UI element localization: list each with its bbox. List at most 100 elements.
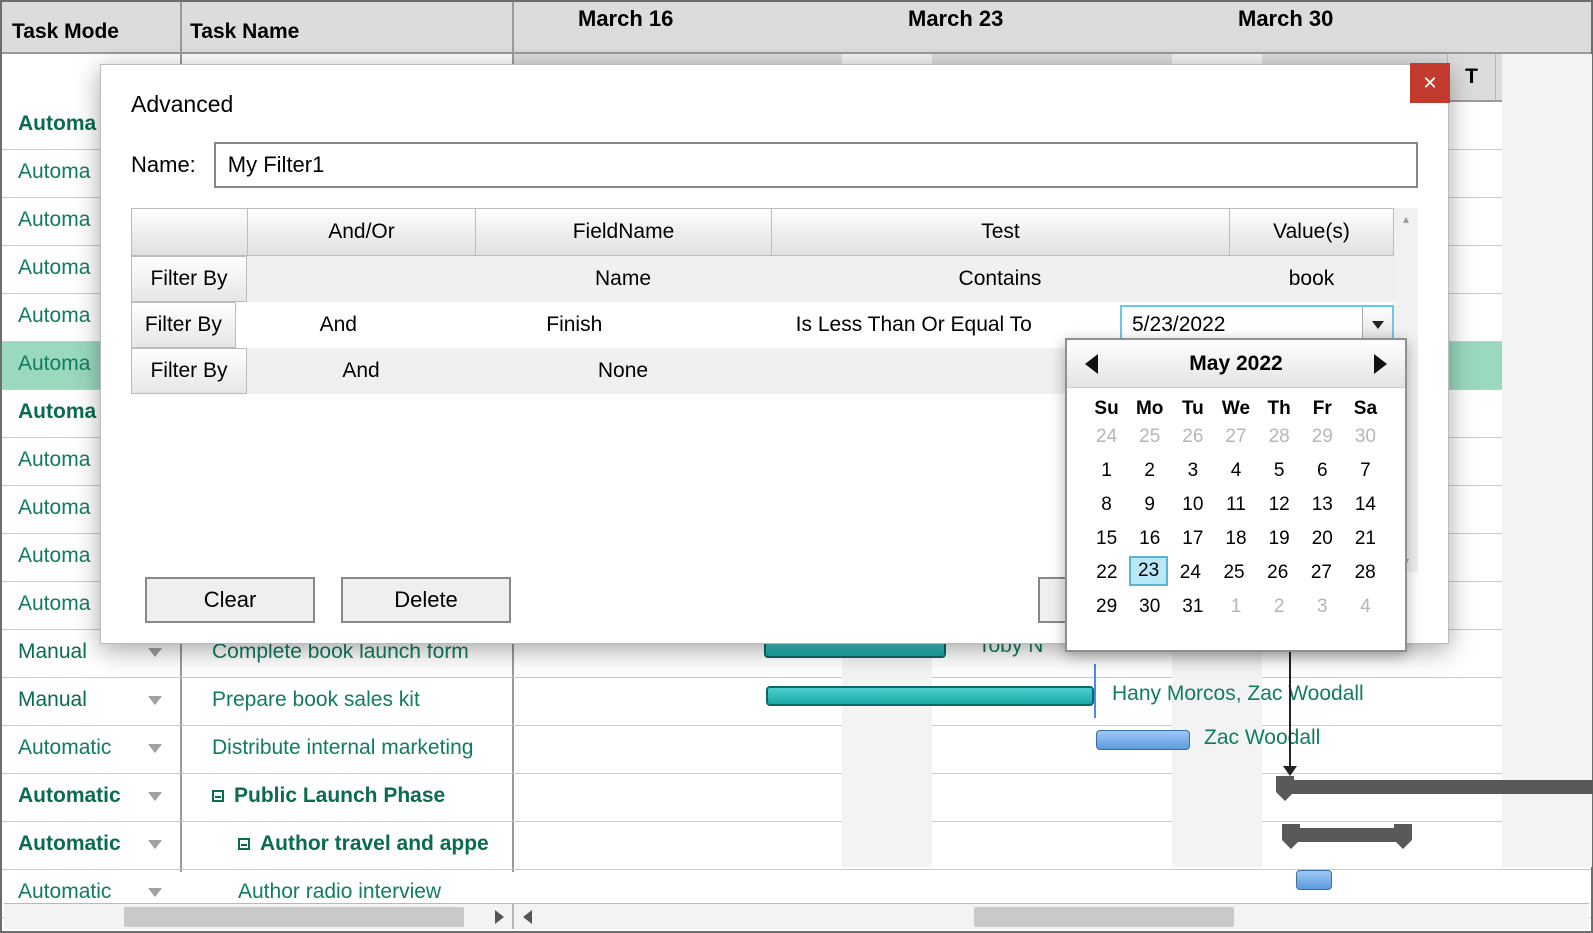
fieldname-cell[interactable]: Finish (441, 302, 708, 348)
calendar-day[interactable]: 4 (1214, 454, 1257, 488)
calendar-day[interactable]: 13 (1301, 488, 1344, 522)
task-mode-cell[interactable]: Manual (18, 688, 87, 712)
calendar-day[interactable]: 2 (1258, 590, 1301, 624)
task-mode-cell[interactable]: Automa (18, 112, 96, 136)
andor-cell[interactable]: And (247, 348, 475, 394)
calendar-day[interactable]: 30 (1344, 420, 1387, 454)
task-mode-cell[interactable]: Automa (18, 352, 90, 376)
dropdown-icon[interactable] (148, 648, 162, 657)
task-mode-cell[interactable]: Automa (18, 448, 90, 472)
task-mode-cell[interactable]: Automa (18, 592, 90, 616)
task-name-cell[interactable]: Author radio interview (238, 880, 534, 904)
gantt-bar[interactable] (1096, 730, 1190, 750)
collapse-icon[interactable] (238, 838, 250, 850)
andor-cell[interactable] (247, 256, 475, 302)
calendar-day[interactable]: 26 (1256, 556, 1300, 590)
calendar-day[interactable]: 16 (1128, 522, 1171, 556)
gantt-summary-bar[interactable] (1282, 780, 1593, 794)
gantt-bar[interactable] (766, 686, 1094, 706)
scroll-thumb[interactable] (124, 907, 464, 927)
calendar-day[interactable]: 19 (1258, 522, 1301, 556)
col-task-mode[interactable]: Task Mode (12, 20, 119, 44)
calendar-day[interactable]: 30 (1128, 590, 1171, 624)
calendar-day[interactable]: 1 (1214, 590, 1257, 624)
calendar-day[interactable]: 24 (1168, 556, 1212, 590)
calendar-day[interactable]: 2 (1128, 454, 1171, 488)
calendar-day[interactable]: 9 (1128, 488, 1171, 522)
calendar-day[interactable]: 6 (1301, 454, 1344, 488)
filter-name-input[interactable] (214, 142, 1418, 188)
dropdown-icon[interactable] (148, 696, 162, 705)
calendar-day[interactable]: 14 (1344, 488, 1387, 522)
calendar-day[interactable]: 11 (1214, 488, 1257, 522)
col-andor[interactable]: And/Or (248, 209, 476, 255)
delete-button[interactable]: Delete (341, 577, 511, 623)
calendar-day[interactable]: 25 (1128, 420, 1171, 454)
dropdown-icon[interactable] (148, 792, 162, 801)
gantt-bar[interactable] (1296, 870, 1332, 890)
task-name-cell[interactable]: Author travel and appe (238, 832, 534, 856)
next-month-button[interactable] (1374, 354, 1387, 374)
calendar-day[interactable]: 27 (1214, 420, 1257, 454)
col-values[interactable]: Value(s) (1230, 209, 1393, 255)
calendar-day[interactable]: 7 (1344, 454, 1387, 488)
filter-row[interactable]: Filter ByNameContainsbook (131, 256, 1394, 302)
scroll-right-button[interactable] (486, 904, 512, 930)
scroll-left-button[interactable] (514, 904, 540, 930)
task-mode-cell[interactable]: Automa (18, 160, 90, 184)
test-cell[interactable]: Is Less Than Or Equal To (708, 302, 1120, 348)
col-test[interactable]: Test (772, 209, 1230, 255)
calendar-day[interactable]: 23 (1129, 556, 1169, 586)
task-name-cell[interactable]: Public Launch Phase (212, 784, 508, 808)
calendar-day[interactable]: 29 (1085, 590, 1128, 624)
task-name-cell[interactable]: Distribute internal marketing (212, 736, 508, 760)
scroll-thumb[interactable] (974, 907, 1234, 927)
andor-cell[interactable]: And (236, 302, 441, 348)
task-mode-cell[interactable]: Automatic (18, 784, 121, 808)
prev-month-button[interactable] (1085, 354, 1098, 374)
task-mode-cell[interactable]: Automatic (18, 832, 121, 856)
calendar-day[interactable]: 17 (1171, 522, 1214, 556)
task-mode-cell[interactable]: Automa (18, 544, 90, 568)
calendar-day[interactable]: 3 (1171, 454, 1214, 488)
scroll-up-icon[interactable]: ▴ (1403, 212, 1409, 226)
close-button[interactable]: ✕ (1410, 63, 1450, 103)
test-cell[interactable]: Contains (771, 256, 1229, 302)
calendar-day[interactable]: 8 (1085, 488, 1128, 522)
collapse-icon[interactable] (212, 790, 224, 802)
calendar-day[interactable]: 29 (1301, 420, 1344, 454)
value-cell[interactable]: book (1229, 256, 1394, 302)
dropdown-icon[interactable] (148, 888, 162, 897)
col-fieldname[interactable]: FieldName (476, 209, 772, 255)
task-name-cell[interactable]: Prepare book sales kit (212, 688, 508, 712)
gantt-summary-bar[interactable] (1290, 828, 1404, 842)
dropdown-icon[interactable] (148, 744, 162, 753)
calendar-day[interactable]: 20 (1301, 522, 1344, 556)
task-mode-cell[interactable]: Automatic (18, 736, 111, 760)
calendar-day[interactable]: 24 (1085, 420, 1128, 454)
col-task-name[interactable]: Task Name (190, 20, 299, 44)
calendar-day[interactable]: 18 (1214, 522, 1257, 556)
calendar-day[interactable]: 21 (1344, 522, 1387, 556)
task-mode-cell[interactable]: Automa (18, 304, 90, 328)
horizontal-scrollbar[interactable] (4, 903, 1589, 929)
task-mode-cell[interactable]: Automa (18, 496, 90, 520)
dropdown-icon[interactable] (148, 840, 162, 849)
calendar-day[interactable]: 26 (1171, 420, 1214, 454)
task-mode-cell[interactable]: Automatic (18, 880, 111, 904)
calendar-day[interactable]: 31 (1171, 590, 1214, 624)
calendar-day[interactable]: 4 (1344, 590, 1387, 624)
calendar-day[interactable]: 28 (1258, 420, 1301, 454)
task-mode-cell[interactable]: Automa (18, 400, 96, 424)
calendar-day[interactable]: 5 (1258, 454, 1301, 488)
calendar-day[interactable]: 3 (1301, 590, 1344, 624)
calendar-day[interactable]: 15 (1085, 522, 1128, 556)
calendar-day[interactable]: 1 (1085, 454, 1128, 488)
calendar-day[interactable]: 12 (1258, 488, 1301, 522)
fieldname-cell[interactable]: Name (475, 256, 771, 302)
fieldname-cell[interactable]: None (475, 348, 771, 394)
task-mode-cell[interactable]: Automa (18, 256, 90, 280)
calendar-day[interactable]: 10 (1171, 488, 1214, 522)
calendar-day[interactable]: 25 (1212, 556, 1256, 590)
task-mode-cell[interactable]: Automa (18, 208, 90, 232)
